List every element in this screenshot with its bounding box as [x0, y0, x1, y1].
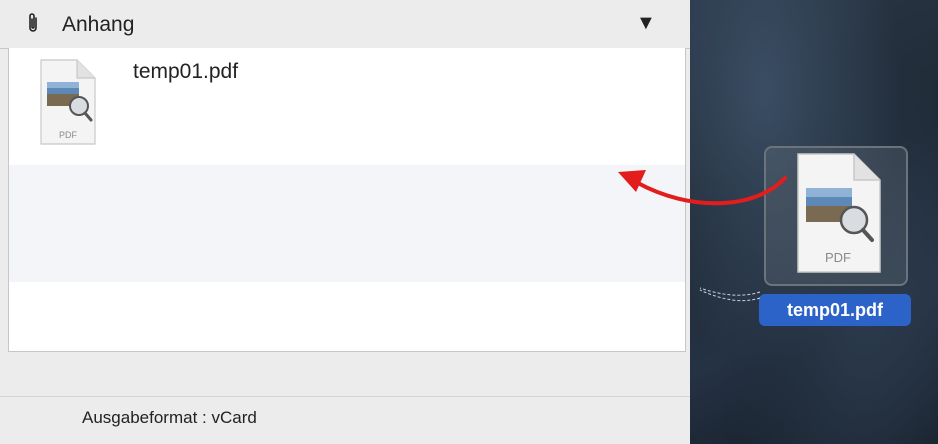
pdf-icon-label: PDF: [59, 130, 78, 140]
attachment-file-name[interactable]: temp01.pdf: [133, 60, 238, 84]
attachment-list[interactable]: PDF temp01.pdf: [8, 48, 686, 352]
attachment-title: Anhang: [62, 13, 135, 36]
attachment-header[interactable]: Anhang ▼: [0, 0, 690, 49]
paperclip-icon: [29, 13, 37, 32]
list-item: [9, 165, 685, 282]
list-item: [9, 282, 685, 351]
pdf-icon-label: PDF: [825, 250, 851, 265]
list-item[interactable]: PDF temp01.pdf: [9, 48, 685, 165]
pdf-file-icon: PDF: [40, 59, 96, 145]
pdf-file-icon[interactable]: PDF: [792, 152, 884, 276]
footer-divider: [0, 396, 690, 397]
output-format-label: Ausgabeformat : vCard: [82, 408, 257, 427]
attachment-panel: Anhang ▼ PDF temp01.pdf Ausgabeformat : …: [0, 0, 690, 444]
collapse-toggle-icon[interactable]: ▼: [636, 12, 656, 35]
desktop-file-name[interactable]: temp01.pdf: [759, 294, 911, 326]
